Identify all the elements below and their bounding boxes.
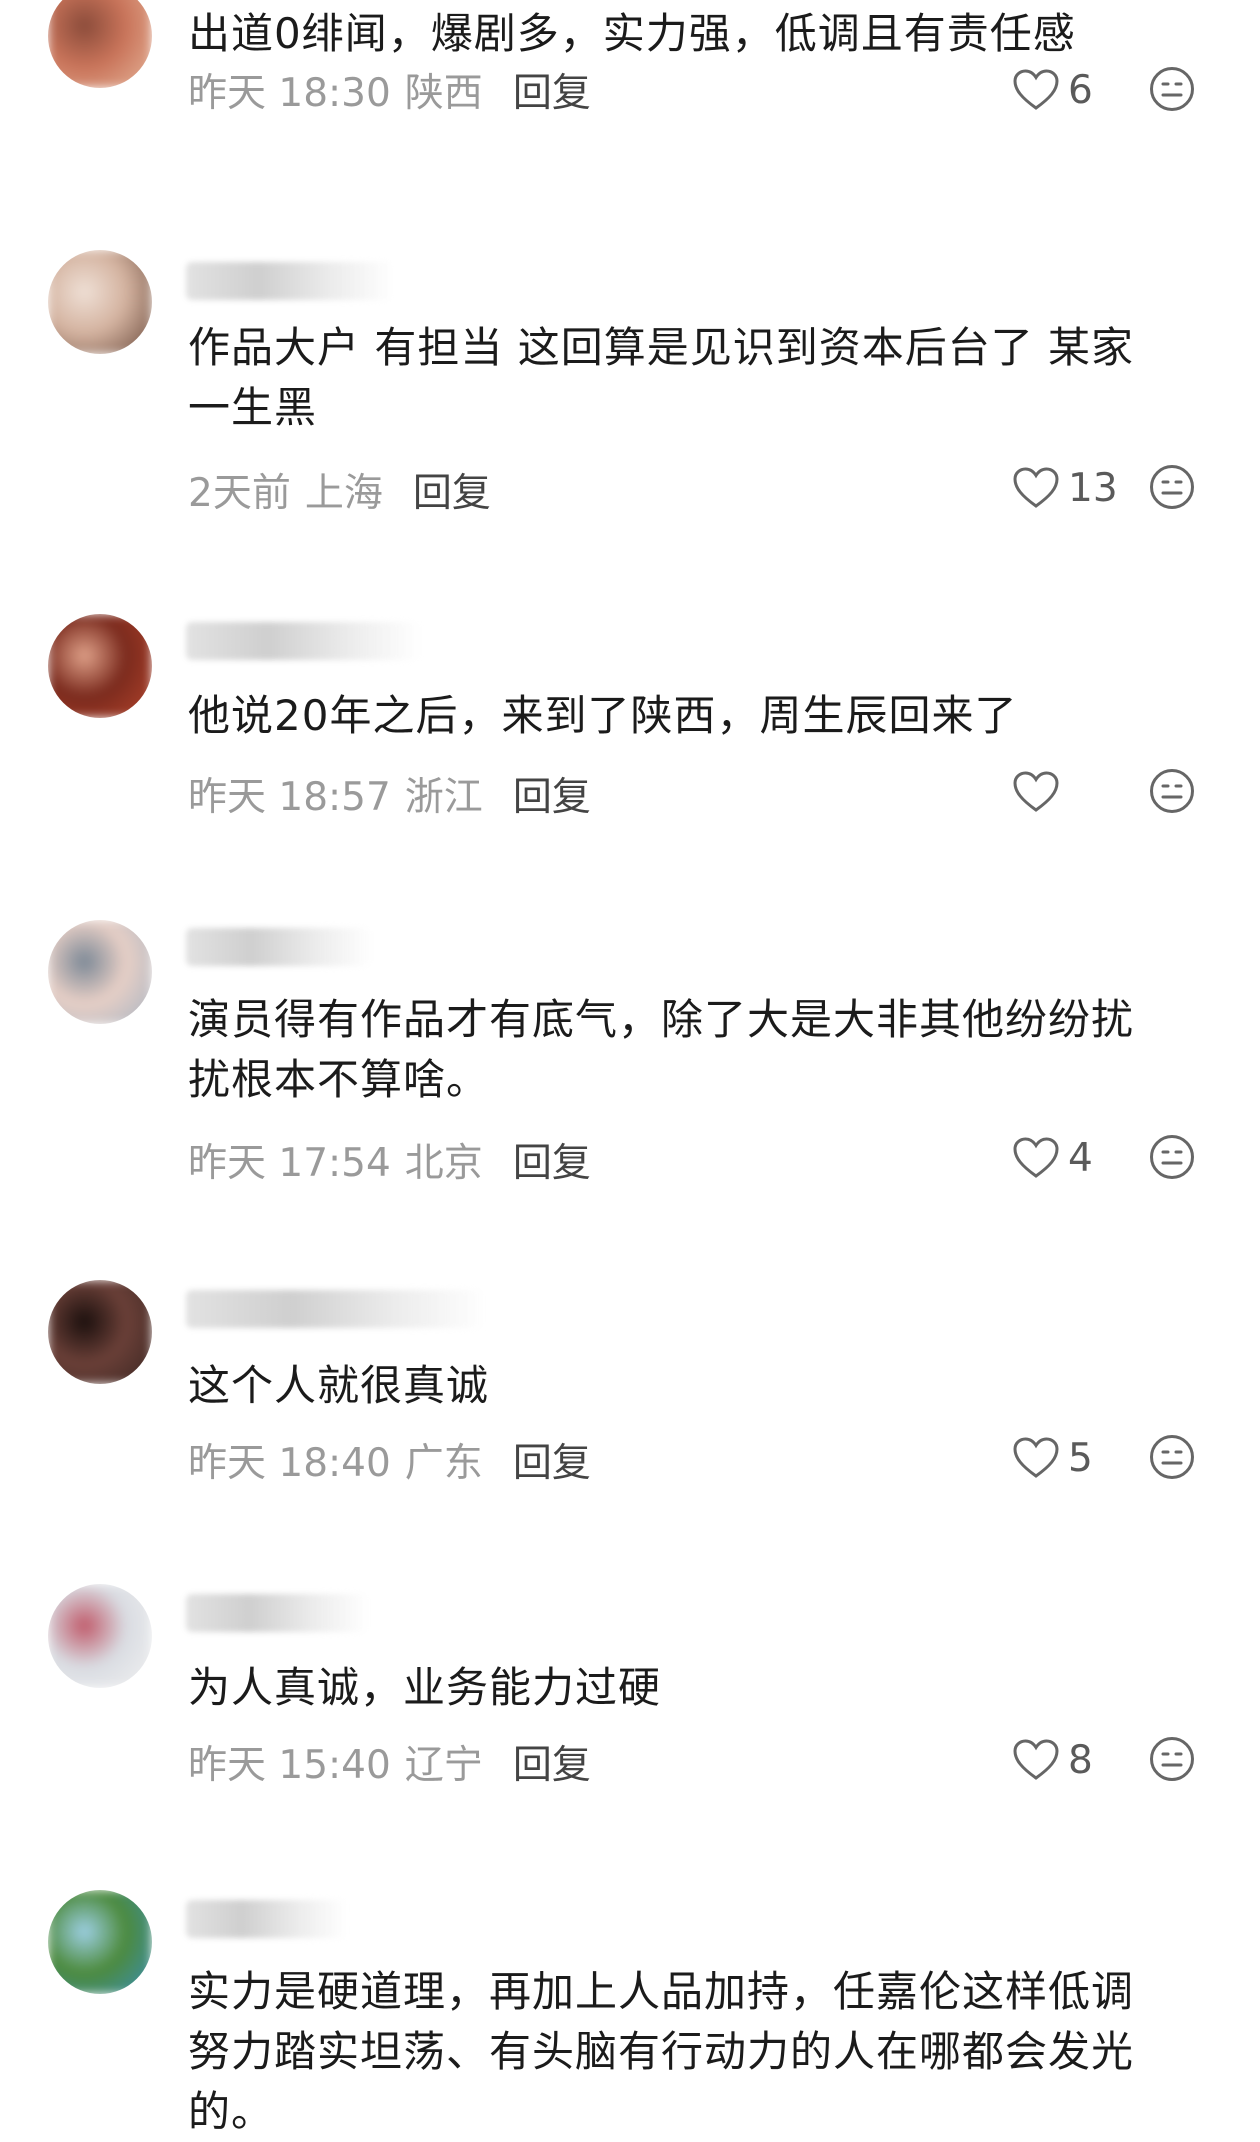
reply-button[interactable]: 回复 [513,71,591,116]
like-count: 4 [1068,1135,1093,1181]
like-button[interactable]: 6 [1012,64,1093,116]
avatar[interactable] [48,920,152,1024]
comment-meta: 昨天 18:30 陕西 回复 [188,70,591,118]
username-redacted[interactable] [186,1594,368,1632]
like-count: 5 [1068,1435,1093,1481]
username-redacted[interactable] [186,622,420,660]
comment-text-line: 这个人就很真诚 [188,1361,490,1410]
comment-text-line: 作品大户 有担当 这回算是见识到资本后台了 某家 [188,323,1135,372]
comment-text-line: 为人真诚，业务能力过硬 [188,1663,662,1712]
reply-button[interactable]: 回复 [513,1441,591,1486]
reply-button[interactable]: 回复 [513,775,591,820]
comment-location: 浙江 [404,775,483,820]
comment-text-line: 努力踏实坦荡、有头脑有行动力的人在哪都会发光 [188,2027,1135,2076]
comment-list: 出道0绯闻，爆剧多，实力强，低调且有责任感 昨天 18:30 陕西 回复 6 作品大户 有… [0,0,1260,2138]
reply-button[interactable]: 回复 [513,1141,591,1186]
comment-text-line: 扰根本不算啥。 [188,1055,490,1104]
comment-location: 辽宁 [404,1743,483,1788]
comment-text-line: 一生黑 [188,383,318,432]
heart-outline-icon [1013,1739,1059,1780]
avatar[interactable] [48,1584,152,1688]
reply-button[interactable]: 回复 [513,1743,591,1788]
avatar[interactable] [48,250,152,354]
like-count: 6 [1068,67,1093,113]
comment-time: 昨天 18:30 [188,71,391,116]
heart-outline-icon [1013,771,1059,812]
avatar[interactable] [48,1890,152,1994]
smiley-face-icon[interactable] [1149,1134,1195,1180]
comment-text-line: 他说20年之后，来到了陕西，周生辰回来了 [188,691,1018,740]
username-redacted[interactable] [186,1900,346,1938]
comment-location: 陕西 [404,71,483,116]
comment-time: 昨天 15:40 [188,1743,391,1788]
like-count: 8 [1068,1737,1093,1783]
comment-text-line: 的。 [188,2087,275,2136]
comment-meta: 昨天 15:40 辽宁 回复 [188,1742,591,1790]
smiley-face-icon[interactable] [1149,1736,1195,1782]
heart-outline-icon [1013,1137,1059,1178]
comment-location: 上海 [304,471,383,516]
comment-text-line: 出道0绯闻，爆剧多，实力强，低调且有责任感 [188,9,1076,58]
comment-meta: 2天前 上海 回复 [188,470,491,518]
smiley-face-icon[interactable] [1149,1434,1195,1480]
avatar[interactable] [48,1280,152,1384]
comment-text-line: 演员得有作品才有底气，除了大是大非其他纷纷扰 [188,995,1135,1044]
username-redacted[interactable] [186,1290,486,1328]
like-button[interactable]: 8 [1012,1734,1093,1786]
like-button[interactable]: 13 [1012,462,1118,514]
like-button[interactable]: 4 [1012,1132,1093,1184]
comment-meta: 昨天 17:54 北京 回复 [188,1140,591,1188]
comment-time: 昨天 18:57 [188,775,391,820]
comment-time: 昨天 17:54 [188,1141,391,1186]
comment-meta: 昨天 18:57 浙江 回复 [188,774,591,822]
heart-outline-icon [1013,1437,1059,1478]
avatar[interactable] [48,0,152,88]
reply-button[interactable]: 回复 [413,471,491,516]
like-button[interactable] [1012,766,1068,818]
comment-time: 2天前 [188,471,291,516]
comment-meta: 昨天 18:40 广东 回复 [188,1440,591,1488]
heart-outline-icon [1013,69,1059,110]
username-redacted[interactable] [186,928,372,966]
like-button[interactable]: 5 [1012,1432,1093,1484]
avatar[interactable] [48,614,152,718]
comment-time: 昨天 18:40 [188,1441,391,1486]
comment-location: 广东 [404,1441,483,1486]
username-redacted[interactable] [186,262,394,300]
like-count: 13 [1068,465,1118,511]
heart-outline-icon [1013,467,1059,508]
comment-location: 北京 [404,1141,483,1186]
smiley-face-icon[interactable] [1149,768,1195,814]
comment-text-line: 实力是硬道理，再加上人品加持，任嘉伦这样低调 [188,1967,1135,2016]
smiley-face-icon[interactable] [1149,464,1195,510]
smiley-face-icon[interactable] [1149,66,1195,112]
